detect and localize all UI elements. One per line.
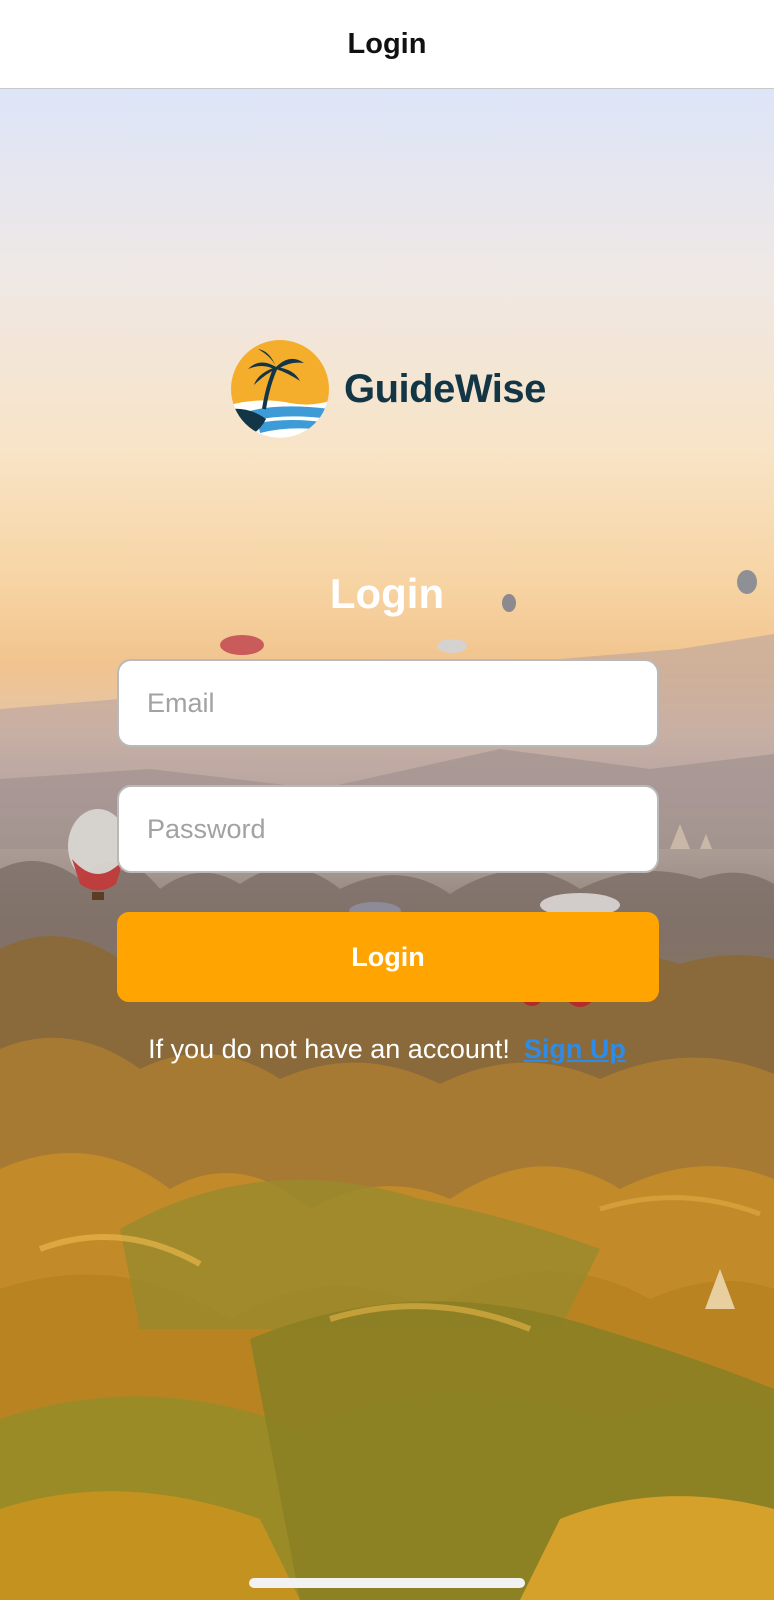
email-field[interactable] xyxy=(117,659,659,747)
signup-prompt-text: If you do not have an account! xyxy=(148,1034,510,1064)
login-button[interactable]: Login xyxy=(117,912,659,1002)
sign-up-link[interactable]: Sign Up xyxy=(524,1034,626,1064)
app-logo: GuideWise xyxy=(230,339,546,439)
nav-bar: Login xyxy=(0,0,774,89)
signup-prompt-row: If you do not have an account! Sign Up xyxy=(0,1034,774,1065)
password-field[interactable] xyxy=(117,785,659,873)
home-indicator xyxy=(249,1578,525,1588)
nav-title: Login xyxy=(347,27,427,60)
logo-text: GuideWise xyxy=(344,366,546,411)
login-heading: Login xyxy=(329,570,445,617)
palm-sunset-icon xyxy=(231,340,329,438)
